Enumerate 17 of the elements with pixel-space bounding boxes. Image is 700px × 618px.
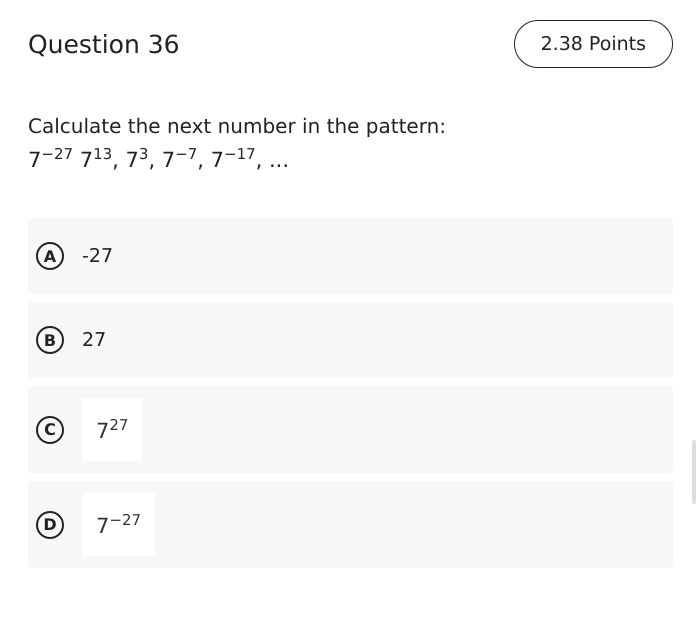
option-card[interactable]: D 7$^{−27}$ bbox=[28, 481, 673, 568]
option-text: -27 bbox=[82, 245, 114, 267]
points-badge: 2.38 Points bbox=[514, 20, 673, 68]
question-title: Question 36 bbox=[28, 30, 180, 58]
option-text: 27 bbox=[82, 329, 106, 351]
question-prompt: Calculate the next number in the pattern: bbox=[28, 113, 448, 140]
math-expression: 7$^{27}$ bbox=[82, 398, 142, 461]
scrollbar-thumb[interactable] bbox=[692, 440, 696, 504]
option-card[interactable]: A -27 bbox=[28, 218, 673, 294]
option-letter: D bbox=[36, 510, 64, 538]
option-letter: B bbox=[36, 326, 64, 354]
option-card[interactable]: B 27 bbox=[28, 302, 673, 378]
number-sequence: 7$^{−27}$ 7$^{13}$, 7$^{3}$, 7$^{−7}$, 7$^{−17}$, ... bbox=[28, 144, 290, 174]
option-letter: A bbox=[36, 242, 64, 270]
math-expression: 7$^{−27}$ bbox=[82, 493, 156, 556]
option-card[interactable]: C 7$^{27}$ bbox=[28, 386, 673, 473]
option-letter: C bbox=[36, 416, 64, 444]
